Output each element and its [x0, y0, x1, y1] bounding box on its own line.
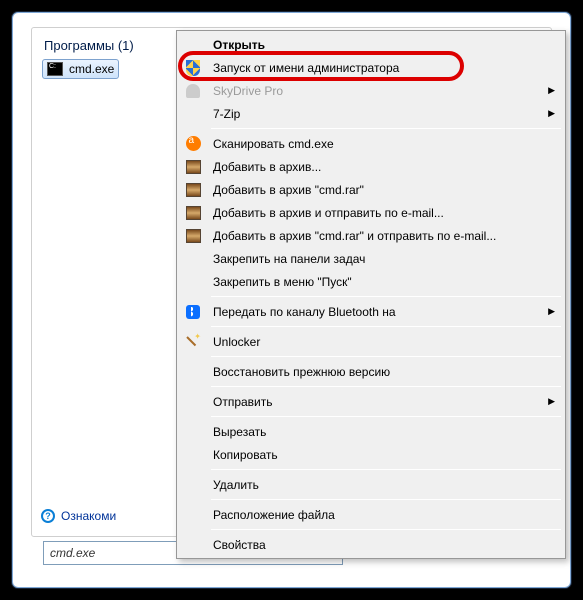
- chevron-right-icon: ▶: [548, 85, 555, 96]
- ctx-item-label: Unlocker: [213, 335, 260, 349]
- ctx-item-label: Отправить: [213, 395, 273, 409]
- chevron-right-icon: ▶: [548, 108, 555, 119]
- cmd-icon: [47, 62, 63, 76]
- wand-icon: [184, 333, 202, 350]
- info-icon: ?: [41, 509, 55, 523]
- context-menu-separator: [211, 356, 561, 357]
- ctx-pin-start[interactable]: Закрепить в меню "Пуск": [179, 270, 563, 293]
- ctx-bluetooth-send[interactable]: Передать по каналу Bluetooth на ▶: [179, 300, 563, 323]
- winrar-icon: [184, 204, 202, 221]
- ctx-item-label: Добавить в архив "cmd.rar" и отправить п…: [213, 229, 496, 243]
- context-menu-separator: [211, 416, 561, 417]
- ctx-rar-add-email[interactable]: Добавить в архив и отправить по e-mail..…: [179, 201, 563, 224]
- ctx-item-label: Закрепить в меню "Пуск": [213, 275, 352, 289]
- chevron-right-icon: ▶: [548, 396, 555, 407]
- bt-icon: [184, 303, 202, 320]
- ctx-item-label: SkyDrive Pro: [213, 84, 283, 98]
- see-more-results-label: Ознакоми: [61, 509, 116, 523]
- ctx-unlocker[interactable]: Unlocker: [179, 330, 563, 353]
- context-menu-separator: [211, 529, 561, 530]
- ctx-rar-add-cmd[interactable]: Добавить в архив "cmd.rar": [179, 178, 563, 201]
- ctx-item-label: Удалить: [213, 478, 259, 492]
- context-menu-separator: [211, 296, 561, 297]
- person-icon: [184, 82, 202, 99]
- ctx-item-label: Добавить в архив "cmd.rar": [213, 183, 364, 197]
- ctx-pin-taskbar[interactable]: Закрепить на панели задач: [179, 247, 563, 270]
- ctx-cut[interactable]: Вырезать: [179, 420, 563, 443]
- avast-icon: [184, 135, 202, 152]
- ctx-copy[interactable]: Копировать: [179, 443, 563, 466]
- ctx-run-as-admin[interactable]: Запуск от имени администратора: [179, 56, 563, 79]
- ctx-item-label: Передать по каналу Bluetooth на: [213, 305, 396, 319]
- ctx-seven-zip[interactable]: 7-Zip ▶: [179, 102, 563, 125]
- ctx-item-label: Сканировать cmd.exe: [213, 137, 334, 151]
- ctx-rar-add[interactable]: Добавить в архив...: [179, 155, 563, 178]
- ctx-item-label: Расположение файла: [213, 508, 335, 522]
- ctx-item-label: Добавить в архив и отправить по e-mail..…: [213, 206, 444, 220]
- ctx-avast-scan[interactable]: Сканировать cmd.exe: [179, 132, 563, 155]
- ctx-item-label: Свойства: [213, 538, 266, 552]
- ctx-rar-add-cmd-email[interactable]: Добавить в архив "cmd.rar" и отправить п…: [179, 224, 563, 247]
- ctx-properties[interactable]: Свойства: [179, 533, 563, 556]
- ctx-item-label: 7-Zip: [213, 107, 240, 121]
- ctx-item-label: Запуск от имени администратора: [213, 61, 399, 75]
- ctx-delete[interactable]: Удалить: [179, 473, 563, 496]
- context-menu: Открыть Запуск от имени администратора Sky…: [176, 30, 566, 559]
- context-menu-separator: [211, 469, 561, 470]
- context-menu-separator: [211, 499, 561, 500]
- see-more-results-link[interactable]: ? Ознакоми: [41, 509, 116, 523]
- shield-icon: [184, 59, 202, 76]
- context-menu-separator: [211, 326, 561, 327]
- ctx-open[interactable]: Открыть: [179, 33, 563, 56]
- winrar-icon: [184, 158, 202, 175]
- ctx-skydrive-pro: SkyDrive Pro ▶: [179, 79, 563, 102]
- ctx-item-label: Вырезать: [213, 425, 266, 439]
- search-result-label: cmd.exe: [69, 62, 114, 76]
- ctx-item-label: Закрепить на панели задач: [213, 252, 365, 266]
- winrar-icon: [184, 181, 202, 198]
- ctx-item-label: Открыть: [213, 38, 265, 52]
- context-menu-separator: [211, 128, 561, 129]
- winrar-icon: [184, 227, 202, 244]
- ctx-item-label: Копировать: [213, 448, 278, 462]
- search-result-cmd[interactable]: cmd.exe: [42, 59, 119, 79]
- ctx-open-location[interactable]: Расположение файла: [179, 503, 563, 526]
- ctx-send-to[interactable]: Отправить ▶: [179, 390, 563, 413]
- ctx-restore-prev[interactable]: Восстановить прежнюю версию: [179, 360, 563, 383]
- context-menu-separator: [211, 386, 561, 387]
- ctx-item-label: Добавить в архив...: [213, 160, 321, 174]
- chevron-right-icon: ▶: [548, 306, 555, 317]
- ctx-item-label: Восстановить прежнюю версию: [213, 365, 390, 379]
